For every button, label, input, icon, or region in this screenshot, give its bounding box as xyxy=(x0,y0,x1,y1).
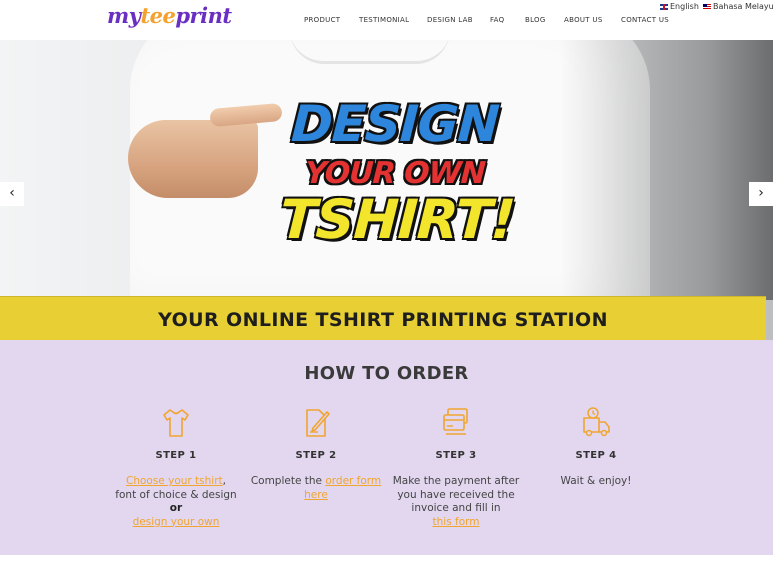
page-bottom xyxy=(0,555,773,562)
step-2-title: STEP 2 xyxy=(295,450,337,461)
step-2: STEP 2 Complete the order form here xyxy=(246,406,386,502)
chevron-left-icon: ‹ xyxy=(9,185,15,201)
hero-headline-tshirt: TSHIRT! xyxy=(278,188,517,251)
delivery-truck-icon xyxy=(583,407,610,437)
language-english[interactable]: English xyxy=(660,2,699,11)
nav-testimonial[interactable]: TESTIMONIAL xyxy=(359,16,409,24)
edit-icon xyxy=(306,409,330,437)
logo[interactable]: myteeprint xyxy=(107,3,232,28)
hero-banner: YOUR ONLINE TSHIRT PRINTING STATION xyxy=(0,296,766,340)
logo-part-my: my xyxy=(107,3,141,28)
hero-headline-your-own: YOUR OWN xyxy=(304,156,486,191)
step-1-or: or xyxy=(169,502,183,514)
design-your-own-link[interactable]: design your own xyxy=(133,516,220,528)
payment-card-icon xyxy=(443,408,468,435)
step-3: STEP 3 Make the payment after you have r… xyxy=(386,406,526,529)
step-1-text: Choose your tshirt, font of choice & des… xyxy=(106,475,246,529)
slider-next-button[interactable]: › xyxy=(749,182,773,206)
step-3-description: Make the payment after you have received… xyxy=(392,475,520,514)
hero-banner-text: YOUR ONLINE TSHIRT PRINTING STATION xyxy=(158,309,608,331)
hero-headline-design: DESIGN xyxy=(289,95,501,153)
nav-design-lab[interactable]: DESIGN LAB xyxy=(427,16,473,24)
step-3-title: STEP 3 xyxy=(435,450,477,461)
how-to-order-title: HOW TO ORDER xyxy=(304,363,469,384)
language-bahasa-melayu[interactable]: Bahasa Melayu xyxy=(703,2,773,11)
step-2-description: Complete the xyxy=(250,475,326,487)
header: myteeprint PRODUCT TESTIMONIAL DESIGN LA… xyxy=(0,0,773,40)
choose-tshirt-link[interactable]: Choose your tshirt xyxy=(126,475,223,487)
tshirt-collar xyxy=(290,40,450,64)
chevron-right-icon: › xyxy=(758,185,764,201)
step-4: STEP 4 Wait & enjoy! xyxy=(526,406,666,489)
logo-part-tee: tee xyxy=(140,3,176,28)
step-1-title: STEP 1 xyxy=(155,450,197,461)
nav-product[interactable]: PRODUCT xyxy=(304,16,340,24)
uk-flag-icon xyxy=(660,3,668,10)
nav-about-us[interactable]: ABOUT US xyxy=(564,16,603,24)
step-2-text: Complete the order form here xyxy=(246,475,386,502)
step-4-text: Wait & enjoy! xyxy=(526,475,666,489)
logo-part-print: print xyxy=(175,3,232,28)
tshirt-icon xyxy=(163,409,189,437)
malaysia-flag-icon xyxy=(703,3,711,10)
payment-form-link[interactable]: this form xyxy=(433,516,480,528)
step-1-comma: , xyxy=(222,475,226,487)
step-4-description: Wait & enjoy! xyxy=(560,475,632,487)
page: myteeprint PRODUCT TESTIMONIAL DESIGN LA… xyxy=(0,0,773,562)
nav-faq[interactable]: FAQ xyxy=(490,16,504,24)
language-bahasa-melayu-label: Bahasa Melayu xyxy=(713,2,773,11)
language-english-label: English xyxy=(670,2,699,11)
pointing-arm-image xyxy=(128,120,258,198)
hero-shadow xyxy=(560,40,773,300)
how-to-order-section: HOW TO ORDER STEP 1 Choose your tshirt, … xyxy=(0,340,773,555)
nav-blog[interactable]: BLOG xyxy=(525,16,546,24)
step-3-text: Make the payment after you have received… xyxy=(386,475,526,529)
step-4-title: STEP 4 xyxy=(575,450,617,461)
hero-slider: DESIGN YOUR OWN TSHIRT! YOUR ONLINE TSHI… xyxy=(0,40,773,340)
step-1-description: font of choice & design xyxy=(115,488,237,501)
slider-prev-button[interactable]: ‹ xyxy=(0,182,24,206)
nav-contact-us[interactable]: CONTACT US xyxy=(621,16,669,24)
step-1: STEP 1 Choose your tshirt, font of choic… xyxy=(106,406,246,529)
